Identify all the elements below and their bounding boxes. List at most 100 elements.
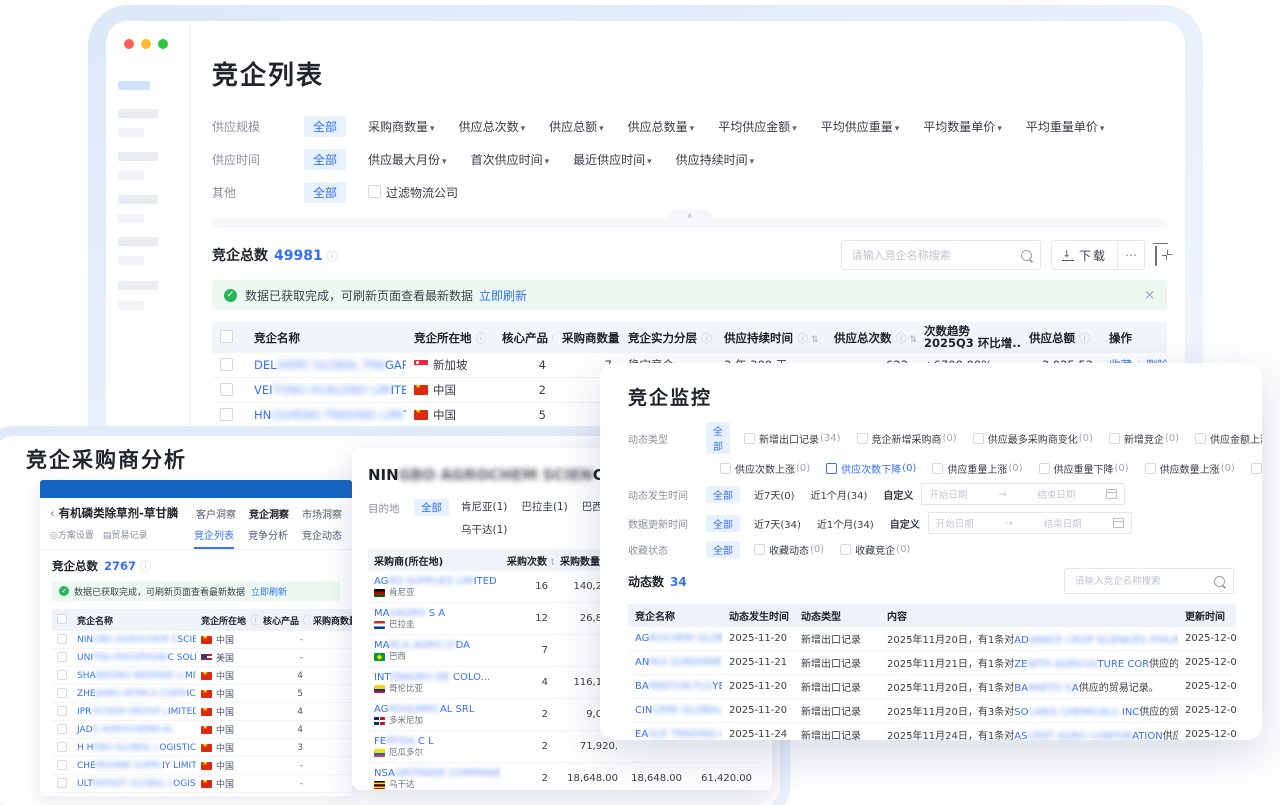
checkbox[interactable] [857, 433, 868, 444]
company-name-link[interactable]: HNGSHENG TRADING LIMITED [254, 408, 406, 422]
delete-button[interactable] [1155, 246, 1157, 265]
filter-dropdown[interactable]: 供应总额▾ [549, 118, 604, 135]
company-name-link[interactable]: AGRO SUPPLIES LIMITED [374, 576, 497, 587]
row-checkbox[interactable] [57, 706, 67, 716]
subtab-竞争分析[interactable]: 竞争分析 [248, 527, 288, 542]
info-icon[interactable]: ⓘ [1079, 332, 1090, 345]
destination-all-chip[interactable]: 全部 [414, 499, 449, 516]
search-icon[interactable] [1214, 576, 1225, 587]
company-name-link[interactable]: ZENITH AGRICULTURE COR [1014, 659, 1149, 670]
filter-checkbox-item[interactable]: 供应最多采购商变化(0) [973, 431, 1093, 446]
search-icon[interactable] [1021, 250, 1032, 261]
company-name-link[interactable]: MAXAGRO S A [374, 608, 445, 619]
subtab-竞企列表[interactable]: 竞企列表 [194, 527, 234, 549]
more-options-button[interactable]: ⋯ [1117, 241, 1144, 269]
info-icon[interactable]: ⓘ [140, 560, 151, 573]
row-checkbox[interactable] [57, 724, 67, 734]
tab-市场洞察[interactable]: 市场洞察 [302, 506, 342, 521]
select-all-checkbox[interactable] [57, 614, 67, 624]
company-name-link[interactable]: INTERAGRO DE COLO... [374, 672, 490, 683]
download-button[interactable]: ↓下载 [1052, 247, 1117, 264]
filter-checkbox-item[interactable]: 过滤物流公司 [368, 184, 458, 201]
destination-option[interactable]: 肯尼亚(1) [461, 499, 507, 514]
filter-all-chip[interactable]: 全部 [706, 422, 730, 454]
filter-all-chip[interactable]: 全部 [706, 541, 740, 558]
refresh-now-link[interactable]: 立即刷新 [479, 287, 527, 304]
row-checkbox[interactable] [57, 652, 67, 662]
row-checkbox[interactable] [220, 358, 233, 371]
filter-checkbox-item[interactable]: 收藏竞企(0) [840, 542, 910, 557]
filter-all-chip[interactable]: 全部 [304, 149, 346, 170]
filter-checkbox-item[interactable]: 供应数量下降(0) [1251, 461, 1262, 476]
filter-dropdown[interactable]: 平均重量单价▾ [1026, 118, 1105, 135]
company-name-link[interactable]: VEITONG HUALONG LIMITED [254, 383, 406, 397]
sort-icon[interactable]: ⇅ [910, 335, 917, 345]
company-name-link[interactable]: NINGBO AGROCHEM SSCIENCE C... [77, 635, 196, 645]
info-icon[interactable]: ⓘ [552, 332, 554, 345]
filter-checkbox-item[interactable]: 供应次数上涨(0) [720, 461, 810, 476]
filter-dropdown[interactable]: 平均供应金额▾ [718, 118, 797, 135]
info-icon[interactable]: ⓘ [303, 614, 308, 627]
filter-checkbox-item[interactable]: 新增竞企(0) [1109, 431, 1179, 446]
company-name-link[interactable]: ZHEJIANG WYNCA CHEMICAL [77, 689, 196, 699]
filter-all-chip[interactable]: 全部 [304, 116, 346, 137]
company-name-link[interactable]: AGROQUIMICAL SRL [374, 704, 474, 715]
company-name-link[interactable]: BARRETO SA [1014, 683, 1078, 694]
checkbox[interactable] [1195, 433, 1206, 444]
sort-icon[interactable]: ⇅ [811, 335, 819, 345]
quick-date-option[interactable]: 近1个月(34) [811, 487, 868, 502]
info-icon[interactable]: ⓘ [250, 614, 258, 627]
destination-option[interactable]: 巴拉圭(1) [521, 499, 567, 514]
row-checkbox[interactable] [220, 408, 233, 421]
filter-checkbox-item[interactable]: 竞企新增采购商(0) [857, 431, 957, 446]
filter-checkbox-item[interactable]: 新增出口记录(34) [744, 431, 841, 446]
refresh-now-link[interactable]: 立即刷新 [251, 585, 287, 598]
filter-checkbox-item[interactable]: 供应重量下降(0) [1039, 461, 1129, 476]
company-name-link[interactable]: JADE AGROCHEMICAL [77, 725, 174, 735]
banner-close-icon[interactable]: × [1144, 288, 1155, 303]
checkbox[interactable] [1109, 433, 1120, 444]
select-all-checkbox[interactable] [220, 330, 233, 343]
quick-date-option[interactable]: 近7天(34) [754, 516, 801, 531]
quick-date-option[interactable]: 近1个月(34) [817, 516, 874, 531]
checkbox[interactable] [1145, 463, 1156, 474]
company-name-link[interactable]: SOLARIS CHEMICALS INC [1014, 707, 1139, 718]
monitor-search-input[interactable] [1073, 575, 1193, 588]
row-checkbox[interactable] [57, 688, 67, 698]
company-name-link[interactable]: FERTISA C L [374, 736, 434, 747]
checkbox[interactable] [368, 185, 381, 198]
filter-dropdown[interactable]: 平均供应重量▾ [821, 118, 900, 135]
filter-dropdown[interactable]: 供应总数量▾ [628, 118, 695, 135]
quick-date-option[interactable]: 近7天(0) [754, 487, 795, 502]
collapse-chevron-icon[interactable]: ∧ [668, 210, 712, 222]
tab-竞企洞察[interactable]: 竞企洞察 [249, 506, 289, 521]
filter-checkbox-item[interactable]: 供应重量上涨(0) [932, 461, 1022, 476]
company-name-link[interactable]: H HENG GLOBAL LOGISTICS C... [77, 743, 196, 753]
checkbox[interactable] [973, 433, 984, 444]
filter-dropdown[interactable]: 首次供应时间▾ [471, 151, 550, 168]
row-checkbox[interactable] [57, 634, 67, 644]
info-icon[interactable]: ⓘ [476, 332, 487, 345]
company-name-link[interactable]: BARNSTON FLOYER ... [635, 681, 722, 692]
info-icon[interactable]: ⓘ [701, 332, 712, 345]
company-name-link[interactable]: CHEMSHINE SUPPLIY LIMITED [77, 761, 196, 771]
company-name-link[interactable]: CINCERE GLOBAL LOGIS... [635, 705, 722, 716]
company-name-link[interactable]: EAGLE TRADING CO [635, 729, 722, 740]
checkbox[interactable] [720, 463, 731, 474]
filter-checkbox-item[interactable]: 供应数量上涨(0) [1145, 461, 1235, 476]
breadcrumb[interactable]: ‹有机磷类除草剂-草甘膦 [50, 505, 178, 521]
filter-dropdown[interactable]: 供应持续时间▾ [676, 151, 755, 168]
company-name-link[interactable]: ULTRAFAST GLOBAL LOGISTICS ... [77, 779, 196, 789]
row-checkbox[interactable] [57, 742, 67, 752]
date-range-input[interactable]: 开始日期→结束日期 [928, 512, 1132, 534]
filter-all-chip[interactable]: 全部 [706, 486, 740, 503]
info-icon[interactable]: ⓘ [797, 332, 808, 345]
company-name-link[interactable]: ANHUI SUNSHINE BIO... [635, 657, 722, 668]
filter-checkbox-item[interactable]: 收藏动态(0) [754, 542, 824, 557]
subtab-竞企动态[interactable]: 竞企动态 [302, 527, 342, 542]
filter-dropdown[interactable]: 供应总次数▾ [459, 118, 526, 135]
company-name-link[interactable]: DELIVERY GLOBAL TRAGAP... [254, 358, 406, 372]
checkbox[interactable] [754, 544, 765, 555]
row-checkbox[interactable] [57, 670, 67, 680]
company-name-link[interactable]: ASCENT AGRO CORPORATION [1014, 731, 1162, 740]
